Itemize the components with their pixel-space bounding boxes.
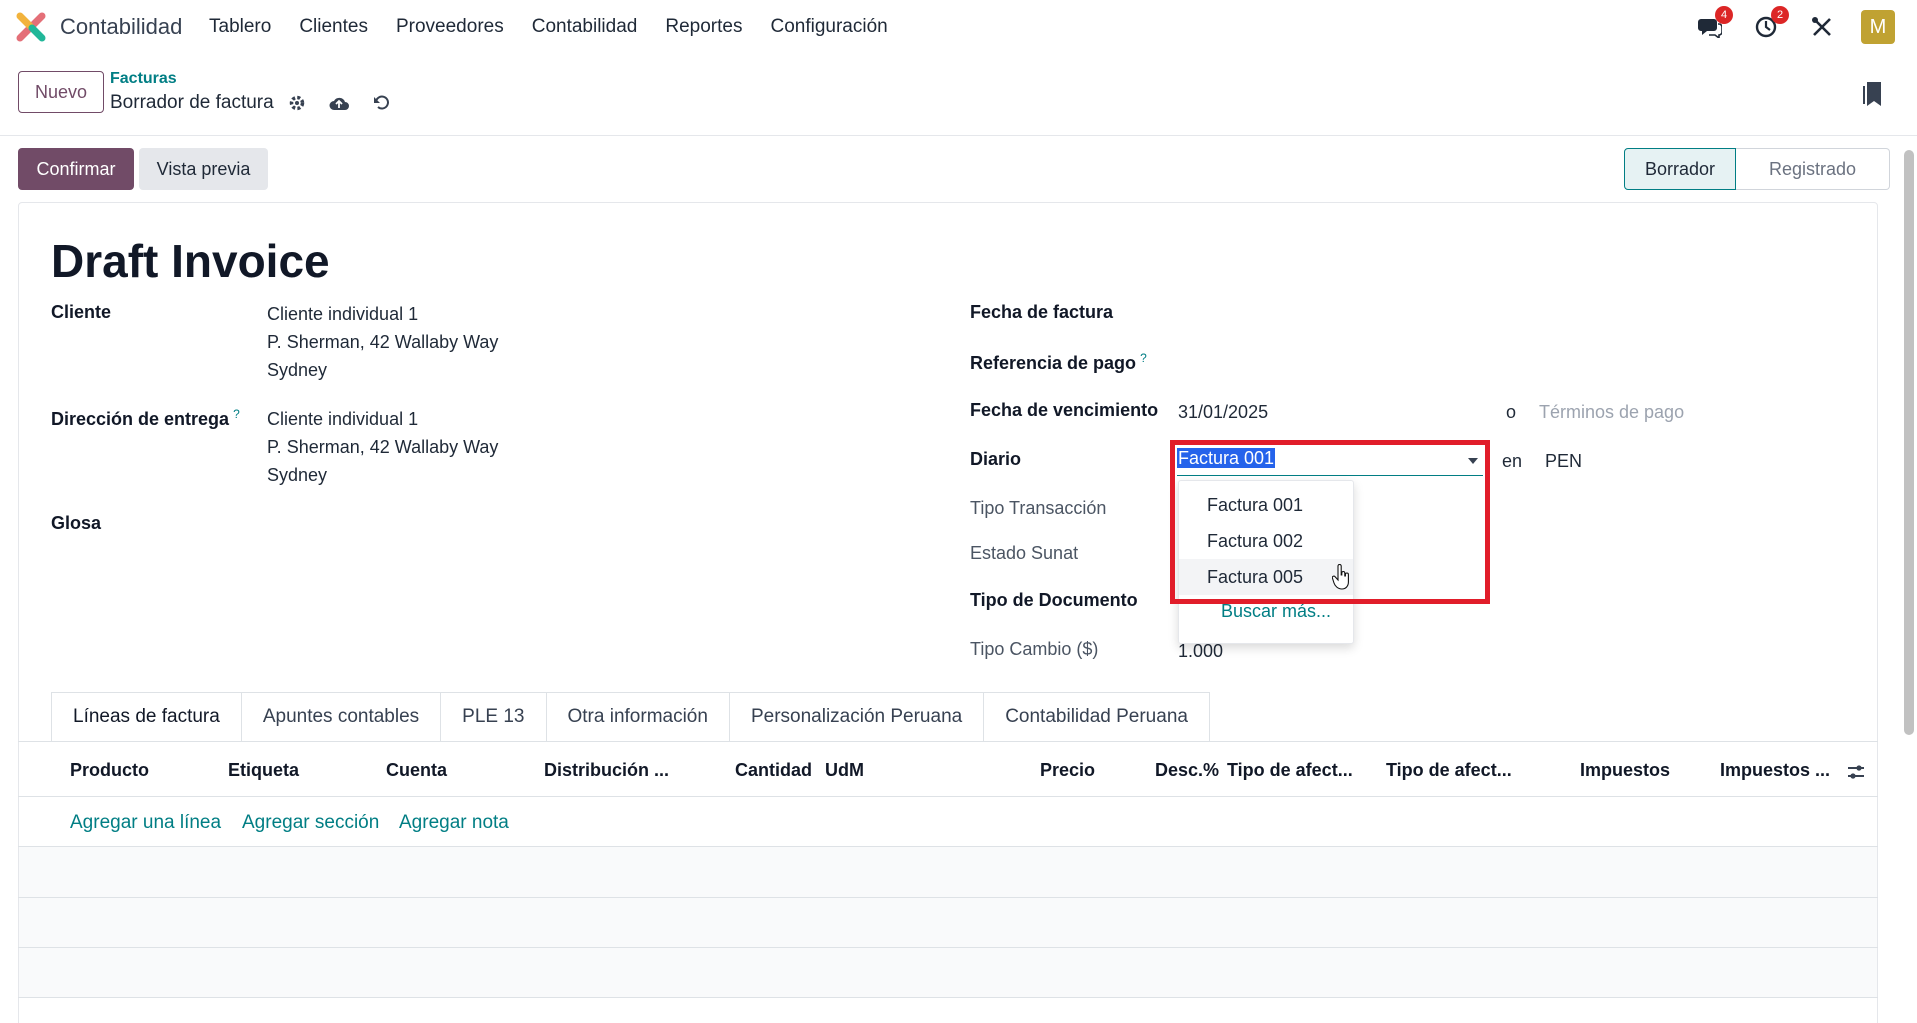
- new-button[interactable]: Nuevo: [18, 71, 104, 113]
- col-producto[interactable]: Producto: [70, 760, 149, 781]
- entrega-address[interactable]: Cliente individual 1 P. Sherman, 42 Wall…: [267, 405, 498, 489]
- notebook-tabs: Líneas de factura Apuntes contables PLE …: [51, 692, 1210, 742]
- app-logo-icon[interactable]: [16, 12, 46, 42]
- col-impuestos-2[interactable]: Impuestos ...: [1720, 760, 1830, 781]
- breadcrumb-current-label: Borrador de factura: [110, 92, 274, 113]
- col-cuenta[interactable]: Cuenta: [386, 760, 447, 781]
- invoice-title: Draft Invoice: [51, 235, 330, 287]
- confirm-button[interactable]: Confirmar: [18, 148, 134, 190]
- col-distribucion[interactable]: Distribución ...: [544, 760, 669, 781]
- vencimiento-label: Fecha de vencimiento: [970, 400, 1159, 420]
- cliente-label: Cliente: [51, 302, 112, 322]
- discard-undo-icon[interactable]: [372, 94, 390, 112]
- add-section-link[interactable]: Agregar sección: [242, 812, 379, 834]
- control-panel: Nuevo Facturas Borrador de factura: [0, 54, 1917, 136]
- user-avatar[interactable]: M: [1861, 10, 1895, 44]
- page-scrollbar[interactable]: [1904, 150, 1914, 735]
- menu-reportes[interactable]: Reportes: [665, 16, 742, 38]
- o-separator: o: [1506, 402, 1517, 422]
- vencimiento-input[interactable]: 31/01/2025: [1178, 398, 1268, 426]
- col-tipo-afectacion-1[interactable]: Tipo de afect...: [1227, 760, 1353, 781]
- col-precio[interactable]: Precio: [1040, 760, 1095, 781]
- empty-row: [19, 898, 1877, 947]
- cloud-upload-icon[interactable]: [328, 94, 350, 112]
- cliente-line-1[interactable]: Cliente individual 1: [267, 300, 498, 328]
- menu-contabilidad[interactable]: Contabilidad: [532, 16, 638, 38]
- entrega-line-2: P. Sherman, 42 Wallaby Way: [267, 437, 499, 457]
- stage-borrador[interactable]: Borrador: [1624, 148, 1736, 190]
- cliente-address[interactable]: Cliente individual 1 P. Sherman, 42 Wall…: [267, 300, 498, 384]
- row-divider: [18, 997, 1878, 998]
- help-icon[interactable]: ?: [233, 407, 240, 421]
- referencia-pago-label: Referencia de pago?: [970, 351, 1147, 373]
- menu-proveedores[interactable]: Proveedores: [396, 16, 504, 38]
- menu-configuracion[interactable]: Configuración: [770, 16, 887, 38]
- en-label: en: [1502, 451, 1523, 471]
- fecha-factura-label: Fecha de factura: [970, 302, 1114, 322]
- top-navbar: Contabilidad Tablero Clientes Proveedore…: [0, 0, 1917, 54]
- tab-personalizacion-peruana[interactable]: Personalización Peruana: [729, 692, 985, 742]
- preview-button[interactable]: Vista previa: [139, 148, 268, 190]
- terminos-pago-input[interactable]: Términos de pago: [1539, 398, 1684, 426]
- add-line-link[interactable]: Agregar una línea: [70, 812, 221, 834]
- app-name[interactable]: Contabilidad: [60, 14, 182, 40]
- diario-label: Diario: [970, 449, 1022, 469]
- entrega-label: Dirección de entrega?: [51, 407, 240, 429]
- menu-tablero[interactable]: Tablero: [209, 16, 271, 38]
- cliente-line-2: P. Sherman, 42 Wallaby Way: [267, 332, 499, 352]
- tipo-transaccion-label: Tipo Transacción: [970, 498, 1107, 518]
- bookmark-icon[interactable]: [1863, 82, 1881, 106]
- main-menu: Tablero Clientes Proveedores Contabilida…: [209, 16, 916, 38]
- col-descuento[interactable]: Desc.%: [1155, 760, 1219, 781]
- empty-row: [19, 847, 1877, 897]
- col-cantidad[interactable]: Cantidad: [735, 760, 812, 781]
- header-divider: [18, 796, 1878, 797]
- add-note-link[interactable]: Agregar nota: [399, 812, 509, 834]
- help-icon[interactable]: ?: [1140, 351, 1147, 365]
- cliente-line-3: Sydney: [267, 360, 328, 380]
- tab-apuntes-contables[interactable]: Apuntes contables: [241, 692, 442, 742]
- empty-row: [19, 948, 1877, 997]
- tab-otra-informacion[interactable]: Otra información: [546, 692, 730, 742]
- activities-clock-icon[interactable]: 2: [1749, 6, 1789, 44]
- gear-icon[interactable]: [288, 94, 306, 112]
- currency-field[interactable]: PEN: [1545, 447, 1582, 475]
- tools-icon[interactable]: [1805, 10, 1839, 44]
- col-impuestos[interactable]: Impuestos: [1580, 760, 1670, 781]
- tabs-divider: [18, 741, 1878, 742]
- breadcrumb-current: Borrador de factura: [110, 92, 390, 114]
- col-etiqueta[interactable]: Etiqueta: [228, 760, 299, 781]
- menu-clientes[interactable]: Clientes: [299, 16, 368, 38]
- tab-lineas-factura[interactable]: Líneas de factura: [51, 692, 242, 742]
- messages-badge: 4: [1715, 6, 1733, 24]
- tipo-documento-label: Tipo de Documento: [970, 590, 1138, 610]
- tipo-cambio-label: Tipo Cambio ($): [970, 639, 1099, 659]
- glosa-label: Glosa: [51, 513, 102, 533]
- column-settings-icon[interactable]: [1846, 762, 1866, 782]
- breadcrumb-facturas[interactable]: Facturas: [110, 70, 177, 88]
- hand-cursor-icon: [1332, 564, 1349, 590]
- col-udm[interactable]: UdM: [825, 760, 864, 781]
- stage-registrado[interactable]: Registrado: [1736, 148, 1890, 190]
- search-more-link[interactable]: Buscar más...: [1221, 601, 1331, 622]
- activities-badge: 2: [1771, 6, 1789, 24]
- entrega-line-1[interactable]: Cliente individual 1: [267, 405, 498, 433]
- nav-right: 4 2 M: [1671, 6, 1895, 44]
- estado-sunat-label: Estado Sunat: [970, 543, 1079, 563]
- entrega-line-3: Sydney: [267, 465, 328, 485]
- tab-contabilidad-peruana[interactable]: Contabilidad Peruana: [984, 692, 1210, 742]
- highlight-box: [1170, 440, 1490, 604]
- col-tipo-afectacion-2[interactable]: Tipo de afect...: [1386, 760, 1512, 781]
- messages-icon[interactable]: 4: [1693, 6, 1733, 44]
- status-bar: Confirmar Vista previa Borrador Registra…: [0, 136, 1917, 200]
- tab-ple-13[interactable]: PLE 13: [441, 692, 547, 742]
